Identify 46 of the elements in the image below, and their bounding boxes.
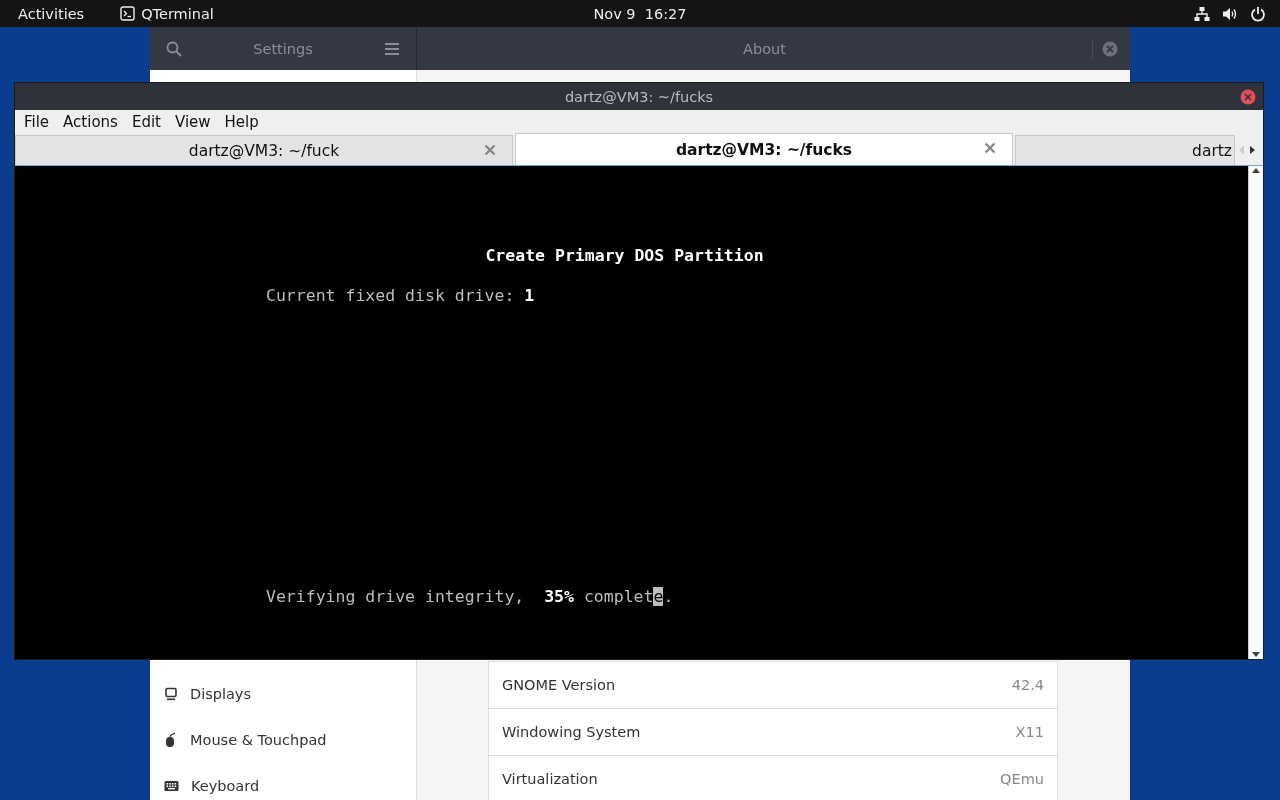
menu-item[interactable]: Edit xyxy=(124,112,168,131)
sidebar-item-label: Displays xyxy=(190,686,251,702)
sidebar-item[interactable]: Keyboard xyxy=(150,763,416,800)
power-icon[interactable] xyxy=(1250,5,1266,22)
close-icon[interactable] xyxy=(484,144,496,156)
info-value: QEmu xyxy=(1000,771,1044,787)
info-label: Windowing System xyxy=(502,724,641,740)
menu-item[interactable]: Actions xyxy=(56,112,125,131)
close-icon[interactable] xyxy=(984,142,996,154)
info-label: GNOME Version xyxy=(502,677,616,693)
terminal-tab[interactable]: dartz xyxy=(1015,135,1235,165)
terminal-line: Current fixed disk drive: 1 xyxy=(266,286,535,306)
volume-icon[interactable] xyxy=(1222,5,1238,22)
scroll-down-icon[interactable] xyxy=(1251,651,1261,659)
network-icon[interactable] xyxy=(1194,5,1210,22)
mouse-icon xyxy=(164,732,178,748)
terminal-tab[interactable]: dartz@VM3: ~/fuck xyxy=(15,135,513,165)
window-title: dartz@VM3: ~/fucks xyxy=(564,88,714,105)
scrollbar[interactable] xyxy=(1248,166,1263,659)
screen-heading: Create Primary DOS Partition xyxy=(485,246,764,266)
info-label: Virtualization xyxy=(502,771,598,787)
info-value: X11 xyxy=(1015,724,1044,740)
keyboard-icon xyxy=(164,780,179,792)
menu-icon[interactable] xyxy=(384,41,400,56)
scroll-up-icon[interactable] xyxy=(1251,166,1261,174)
terminal-tab[interactable]: dartz@VM3: ~/fucks xyxy=(515,133,1013,165)
sidebar-item-label: Mouse & Touchpad xyxy=(190,732,327,748)
sidebar-item[interactable]: Displays xyxy=(150,671,416,717)
activities-button[interactable]: Activities xyxy=(18,5,85,22)
terminal-icon xyxy=(120,6,136,21)
clock[interactable]: Nov 9 16:27 xyxy=(593,5,687,22)
menu-item[interactable]: File xyxy=(17,112,57,131)
sidebar-item-label: Keyboard xyxy=(191,778,260,794)
search-icon[interactable] xyxy=(166,40,182,57)
menu-item[interactable]: Help xyxy=(217,112,266,131)
close-icon[interactable] xyxy=(1102,40,1118,57)
monitor-icon xyxy=(164,687,178,701)
sidebar-item[interactable]: Mouse & Touchpad xyxy=(150,717,416,763)
close-icon[interactable] xyxy=(1240,89,1256,105)
scroll-right-icon[interactable] xyxy=(1247,144,1257,156)
terminal-line: Verifying drive integrity, 35% complete. xyxy=(266,587,674,607)
sidebar-title: Settings xyxy=(253,40,313,57)
app-menu-button[interactable]: QTerminal xyxy=(141,5,214,22)
page-title: About xyxy=(742,40,787,57)
info-value: 42.4 xyxy=(1011,677,1044,693)
menu-item[interactable]: View xyxy=(167,112,218,131)
